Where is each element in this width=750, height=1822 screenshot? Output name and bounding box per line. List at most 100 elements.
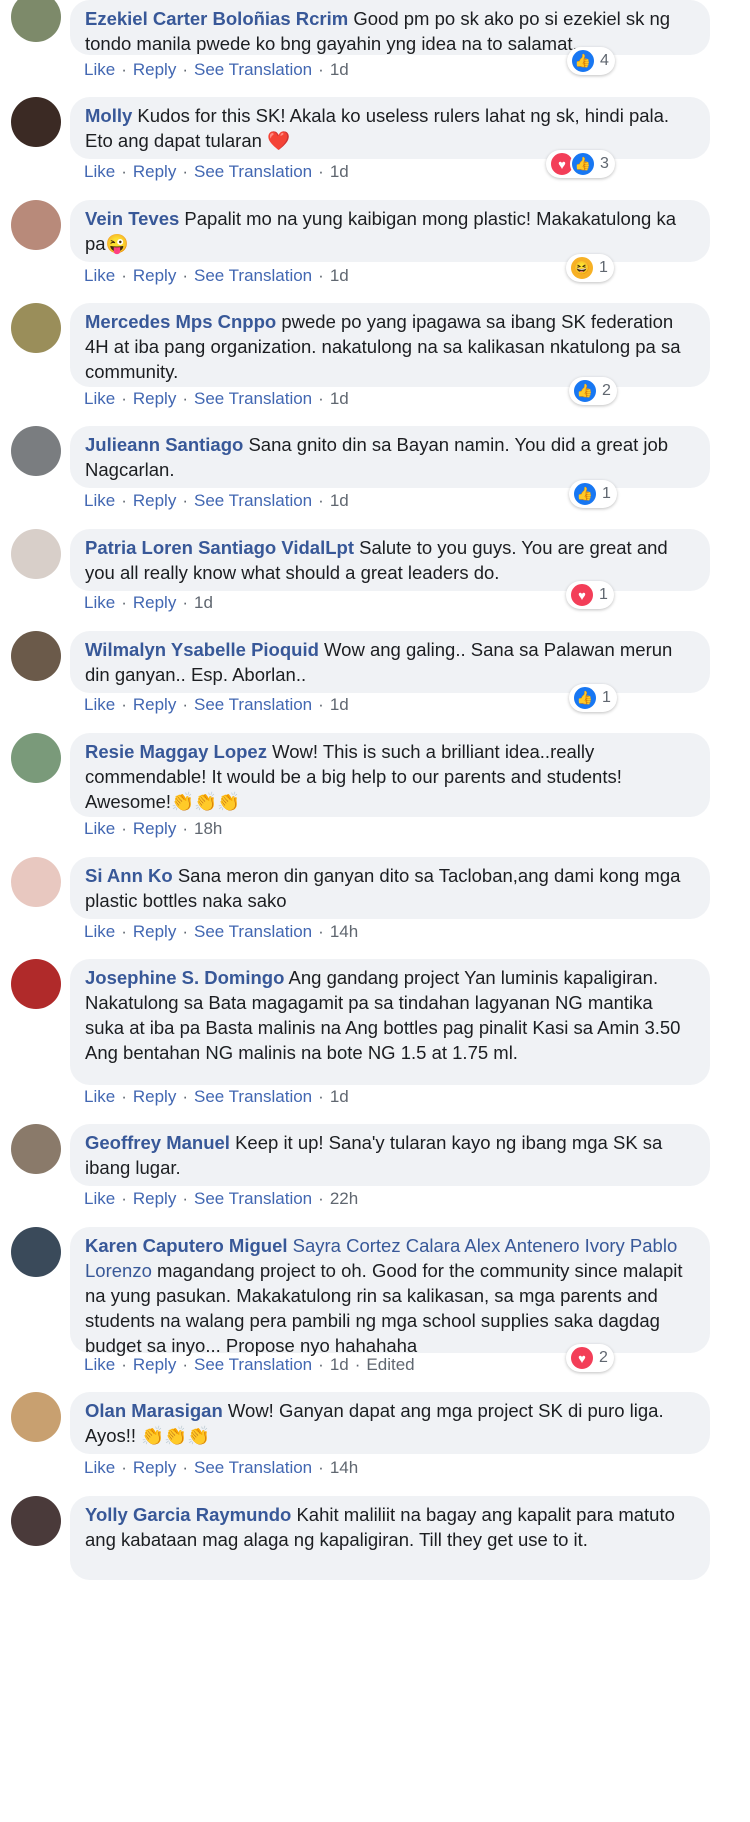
like-link[interactable]: Like: [84, 1355, 115, 1374]
separator: ·: [121, 1189, 127, 1208]
comment-timestamp[interactable]: 1d: [330, 1087, 349, 1106]
see-translation-link[interactable]: See Translation: [194, 162, 312, 181]
comment-timestamp[interactable]: 1d: [330, 695, 349, 714]
reaction-summary[interactable]: ♥ 2: [566, 1344, 614, 1372]
comment-author[interactable]: Julieann Santiago: [85, 434, 243, 455]
see-translation-link[interactable]: See Translation: [194, 60, 312, 79]
like-link[interactable]: Like: [84, 922, 115, 941]
reply-link[interactable]: Reply: [133, 389, 176, 408]
comment-author[interactable]: Karen Caputero Miguel: [85, 1235, 288, 1256]
separator: ·: [354, 1355, 361, 1374]
reaction-summary[interactable]: 😆 1: [566, 254, 614, 282]
comment-actions: Like · Reply · See Translation · 22h: [84, 1189, 358, 1209]
reply-link[interactable]: Reply: [133, 162, 176, 181]
like-link[interactable]: Like: [84, 266, 115, 285]
reply-link[interactable]: Reply: [133, 593, 176, 612]
reply-link[interactable]: Reply: [133, 60, 176, 79]
comment-timestamp[interactable]: 1d: [330, 266, 349, 285]
comment-timestamp[interactable]: 22h: [330, 1189, 358, 1208]
reply-link[interactable]: Reply: [133, 1458, 176, 1477]
like-link[interactable]: Like: [84, 819, 115, 838]
reaction-summary[interactable]: ♥ 👍 3: [546, 150, 615, 178]
reaction-summary[interactable]: 👍 4: [567, 47, 615, 75]
avatar[interactable]: [11, 97, 61, 147]
like-link[interactable]: Like: [84, 695, 115, 714]
avatar[interactable]: [11, 1496, 61, 1546]
comment-timestamp[interactable]: 1d: [330, 60, 349, 79]
see-translation-link[interactable]: See Translation: [194, 1189, 312, 1208]
comment-author[interactable]: Vein Teves: [85, 208, 179, 229]
reaction-summary[interactable]: 👍 1: [569, 684, 617, 712]
like-link[interactable]: Like: [84, 162, 115, 181]
avatar[interactable]: [11, 0, 61, 42]
avatar[interactable]: [11, 1392, 61, 1442]
see-translation-link[interactable]: See Translation: [194, 389, 312, 408]
reply-link[interactable]: Reply: [133, 922, 176, 941]
see-translation-link[interactable]: See Translation: [194, 266, 312, 285]
comment-author[interactable]: Josephine S. Domingo: [85, 967, 284, 988]
see-translation-link[interactable]: See Translation: [194, 1087, 312, 1106]
avatar[interactable]: [11, 426, 61, 476]
reaction-summary[interactable]: 👍 1: [569, 480, 617, 508]
like-link[interactable]: Like: [84, 1087, 115, 1106]
comment-timestamp[interactable]: 1d: [330, 162, 349, 181]
like-link[interactable]: Like: [84, 60, 115, 79]
see-translation-link[interactable]: See Translation: [194, 695, 312, 714]
comment-author[interactable]: Wilmalyn Ysabelle Pioquid: [85, 639, 319, 660]
edited-label[interactable]: Edited: [366, 1355, 414, 1374]
see-translation-link[interactable]: See Translation: [194, 922, 312, 941]
comment-author[interactable]: Ezekiel Carter Boloñias Rcrim: [85, 8, 348, 29]
comment-timestamp[interactable]: 1d: [330, 389, 349, 408]
reply-link[interactable]: Reply: [133, 491, 176, 510]
comment-author[interactable]: Molly: [85, 105, 132, 126]
reply-link[interactable]: Reply: [133, 1189, 176, 1208]
comment-timestamp[interactable]: 14h: [330, 922, 358, 941]
separator: ·: [121, 266, 127, 285]
reply-link[interactable]: Reply: [133, 1087, 176, 1106]
see-translation-link[interactable]: See Translation: [194, 491, 312, 510]
comment-timestamp[interactable]: 18h: [194, 819, 222, 838]
comment-timestamp[interactable]: 1d: [330, 491, 349, 510]
comment-actions: Like · Reply · See Translation · 1d: [84, 389, 349, 409]
comment-timestamp[interactable]: 1d: [330, 1355, 349, 1374]
like-link[interactable]: Like: [84, 1458, 115, 1477]
comment-author[interactable]: Mercedes Mps Cnppo: [85, 311, 276, 332]
reply-link[interactable]: Reply: [133, 266, 176, 285]
comment-author[interactable]: Si Ann Ko: [85, 865, 173, 886]
avatar[interactable]: [11, 733, 61, 783]
reaction-count: 2: [599, 1349, 608, 1366]
avatar[interactable]: [11, 1124, 61, 1174]
avatar[interactable]: [11, 200, 61, 250]
separator: ·: [318, 1458, 324, 1477]
comment-author[interactable]: Geoffrey Manuel: [85, 1132, 230, 1153]
comment-author[interactable]: Patria Loren Santiago VidalLpt: [85, 537, 354, 558]
comment-timestamp[interactable]: 1d: [194, 593, 213, 612]
avatar[interactable]: [11, 303, 61, 353]
like-link[interactable]: Like: [84, 491, 115, 510]
reply-link[interactable]: Reply: [133, 1355, 176, 1374]
comment-author[interactable]: Olan Marasigan: [85, 1400, 223, 1421]
like-link[interactable]: Like: [84, 1189, 115, 1208]
comment-author[interactable]: Resie Maggay Lopez: [85, 741, 267, 762]
avatar[interactable]: [11, 529, 61, 579]
separator: ·: [182, 162, 188, 181]
separator: ·: [121, 819, 127, 838]
separator: ·: [182, 266, 188, 285]
see-translation-link[interactable]: See Translation: [194, 1355, 312, 1374]
avatar[interactable]: [11, 857, 61, 907]
see-translation-link[interactable]: See Translation: [194, 1458, 312, 1477]
avatar[interactable]: [11, 959, 61, 1009]
separator: ·: [318, 162, 324, 181]
avatar[interactable]: [11, 1227, 61, 1277]
reply-link[interactable]: Reply: [133, 695, 176, 714]
avatar[interactable]: [11, 631, 61, 681]
comment-timestamp[interactable]: 14h: [330, 1458, 358, 1477]
reaction-count: 1: [602, 689, 611, 706]
comment-author[interactable]: Yolly Garcia Raymundo: [85, 1504, 291, 1525]
reply-link[interactable]: Reply: [133, 819, 176, 838]
like-link[interactable]: Like: [84, 593, 115, 612]
reaction-count: 1: [599, 586, 608, 603]
like-link[interactable]: Like: [84, 389, 115, 408]
reaction-summary[interactable]: ♥ 1: [566, 581, 614, 609]
reaction-summary[interactable]: 👍 2: [569, 377, 617, 405]
